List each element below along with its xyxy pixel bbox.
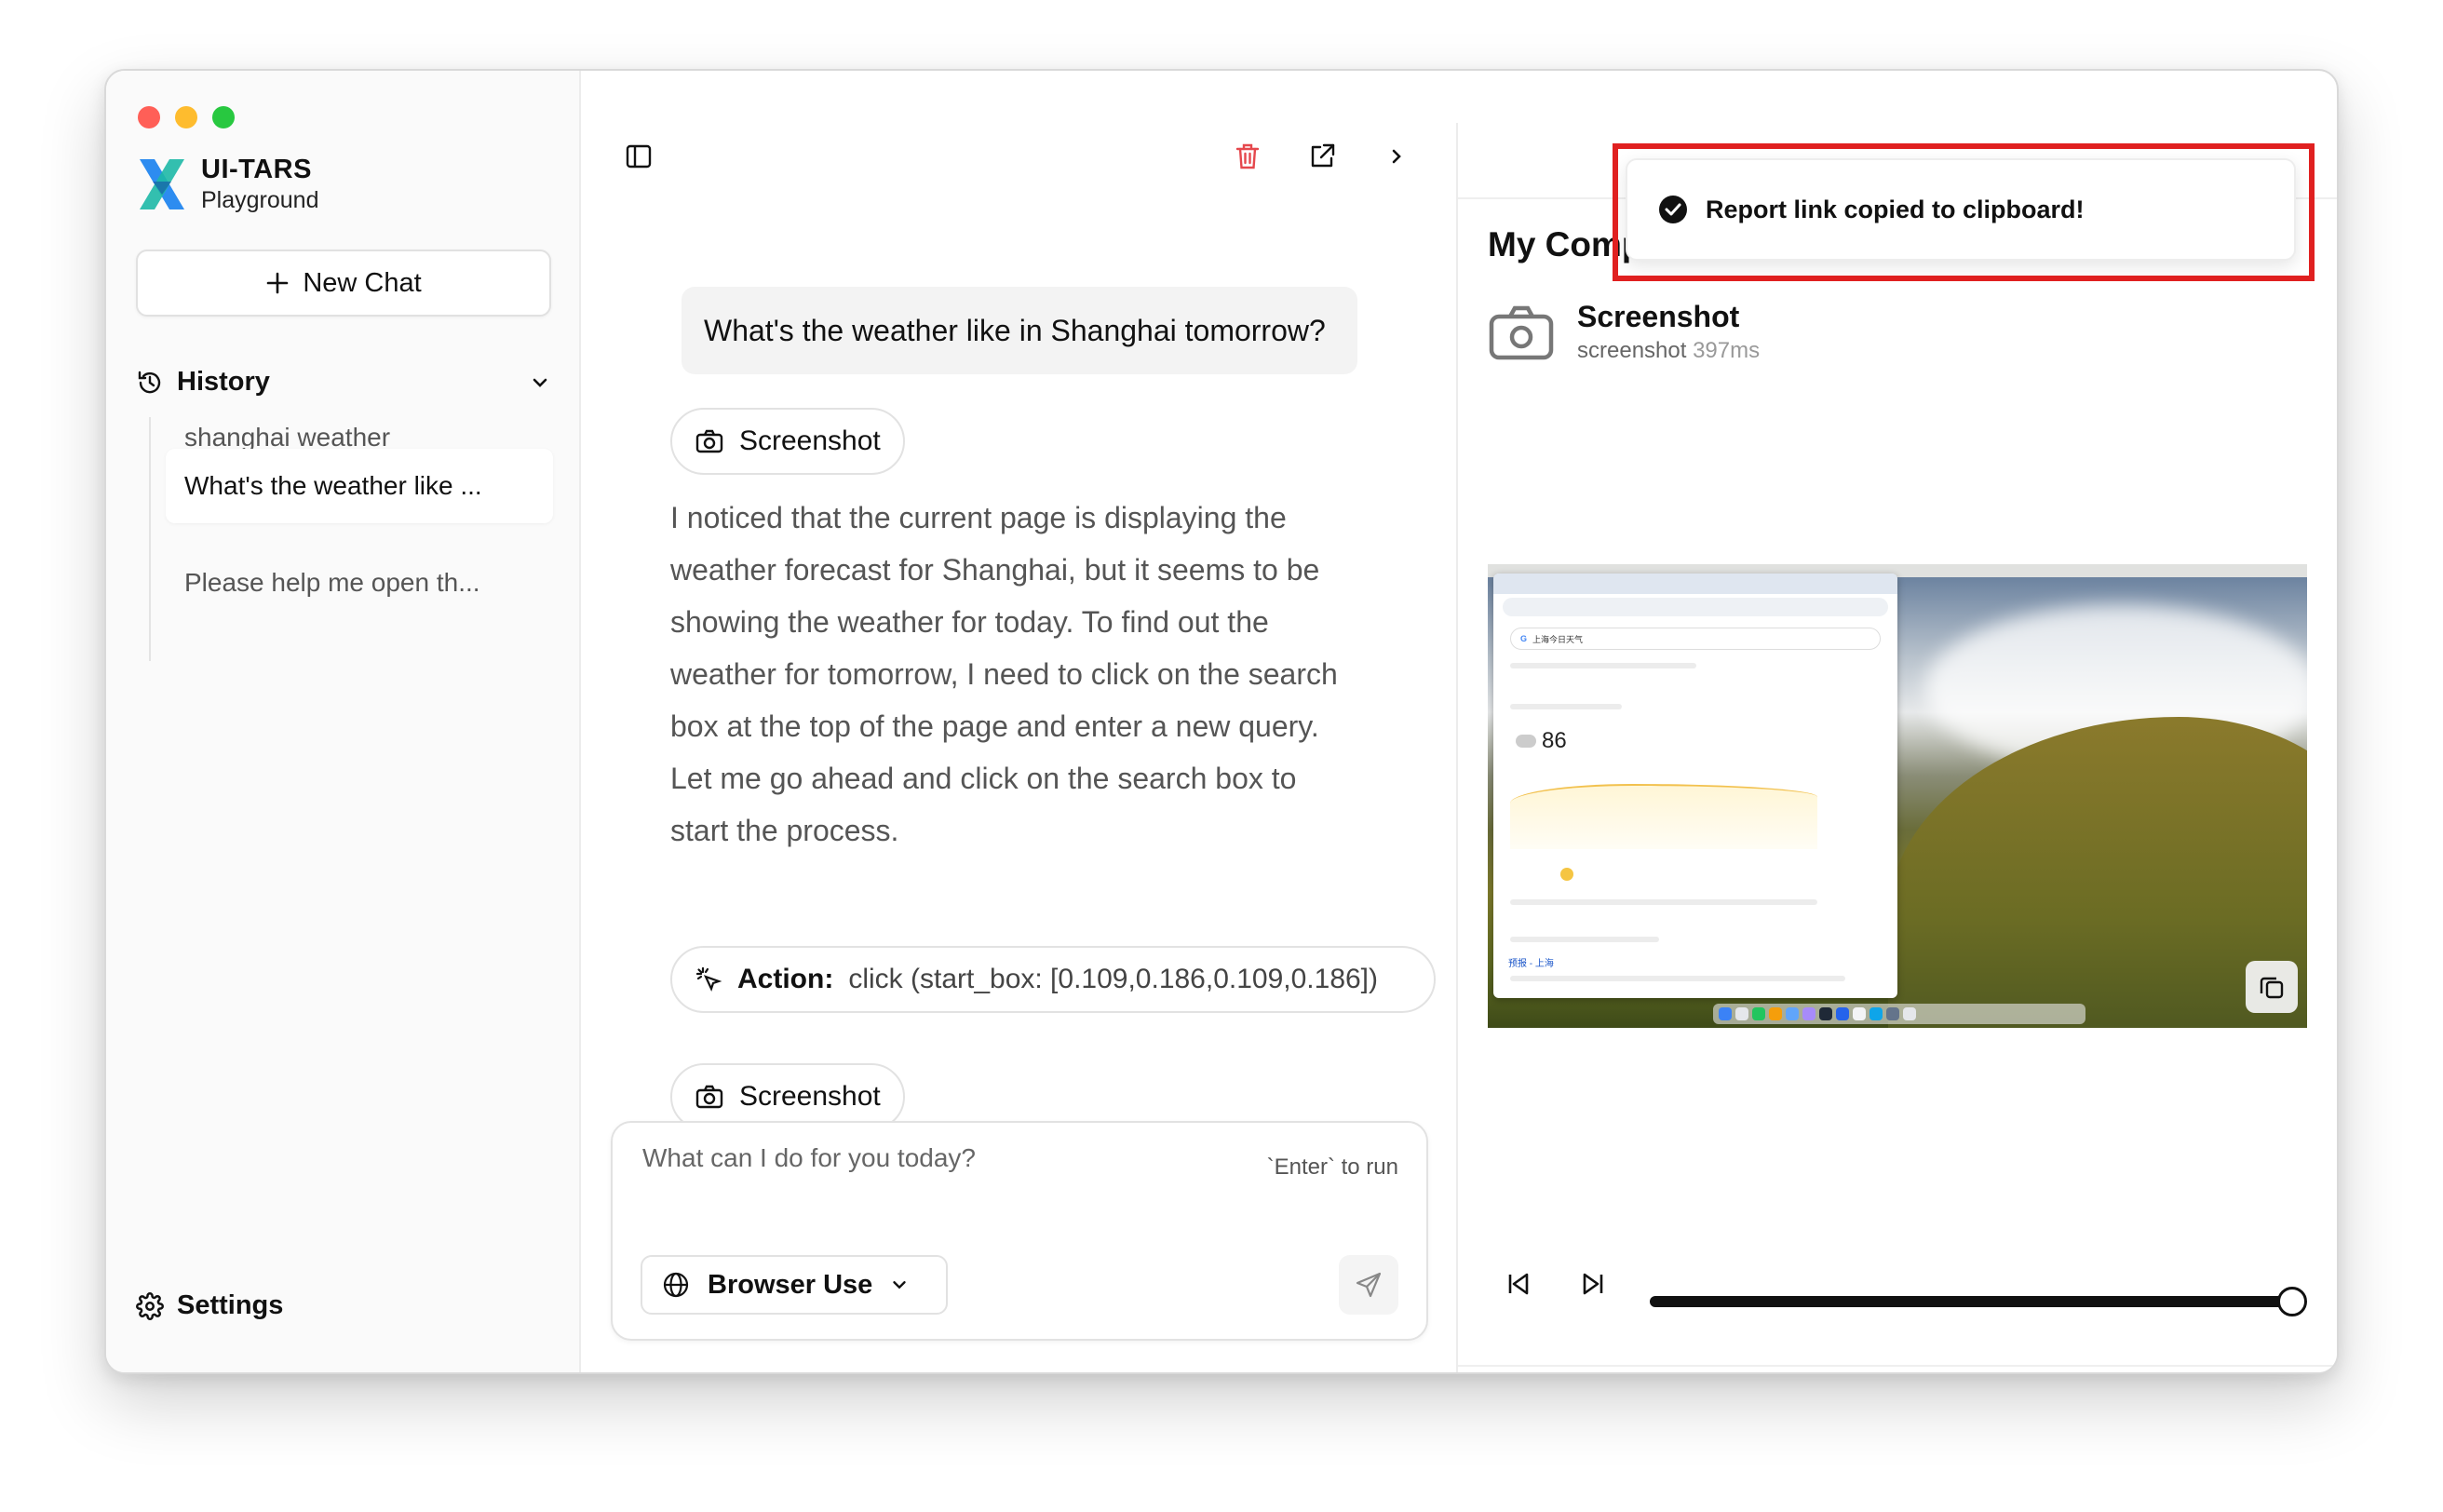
result-placeholder (1510, 704, 1622, 709)
close-window-button[interactable] (138, 106, 160, 128)
screenshot-preview: G 上海今日天气 86 预报 - 上海 (1488, 564, 2307, 1028)
result-placeholder (1510, 899, 1817, 905)
trash-icon (1235, 143, 1260, 169)
prompt-input[interactable]: What can I do for you today? (642, 1143, 976, 1173)
plus-icon (267, 272, 289, 294)
user-message: What's the weather like in Shanghai tomo… (682, 287, 1357, 374)
result-placeholder (1510, 663, 1696, 668)
step-meta: screenshot 397ms (1577, 338, 1760, 364)
step-title: Screenshot (1577, 300, 1740, 333)
mini-temp-value: 86 (1542, 728, 1567, 753)
computer-panel: My Comp Screenshot screenshot 397ms G 上海… (1456, 123, 2337, 1372)
copy-screenshot-button[interactable] (2246, 961, 2298, 1013)
mini-temperature-chart (1510, 784, 1817, 849)
history-item-label: Please help me open th... (184, 568, 480, 597)
collapse-panel-button[interactable] (1378, 138, 1415, 175)
mini-search-text: 上海今日天气 (1532, 634, 1584, 644)
current-step: Screenshot screenshot 397ms (1488, 300, 1760, 364)
window-controls (138, 106, 235, 128)
panel-divider (1458, 1365, 2337, 1367)
screenshot-step-button[interactable]: Screenshot (670, 408, 905, 475)
globe-icon (663, 1272, 689, 1298)
assistant-text-line: weather forecast for Shanghai, but it se… (670, 553, 1320, 587)
playback-slider-handle[interactable] (2277, 1287, 2307, 1316)
mode-select[interactable]: Browser Use (641, 1255, 948, 1315)
annotation-highlight-box (1613, 143, 2315, 281)
assistant-text-line: weather for tomorrow, I need to click on… (670, 657, 1338, 691)
screenshot-step-label: Screenshot (739, 1081, 881, 1112)
sidebar-panel-icon (626, 144, 652, 169)
chevron-down-icon (893, 1281, 907, 1289)
settings-label: Settings (177, 1290, 284, 1320)
chevron-right-icon (1392, 149, 1401, 164)
playback-controls (1505, 1270, 1607, 1298)
mode-label: Browser Use (708, 1269, 873, 1300)
assistant-message: I noticed that the current page is displ… (670, 492, 1378, 857)
copy-icon (2260, 977, 2284, 999)
send-icon (1356, 1272, 1382, 1298)
new-chat-button[interactable]: New Chat (136, 250, 551, 317)
playback-progress (1650, 1296, 2292, 1307)
sun-icon (1560, 868, 1573, 881)
enter-hint: `Enter` to run (1266, 1154, 1398, 1180)
new-chat-label: New Chat (303, 267, 422, 298)
wallpaper-hill (1888, 717, 2307, 1028)
action-label: Action: (737, 964, 834, 994)
result-placeholder (1510, 937, 1659, 942)
playback-slider[interactable] (1650, 1287, 2307, 1316)
maximize-window-button[interactable] (212, 106, 235, 128)
step-type: screenshot (1577, 338, 1687, 363)
settings-button[interactable]: Settings (136, 1290, 283, 1321)
minimize-window-button[interactable] (175, 106, 197, 128)
history-toggle[interactable]: History (136, 367, 551, 398)
toggle-sidebar-button[interactable] (620, 138, 657, 175)
assistant-text-line: start the process. (670, 814, 899, 847)
camera-icon (695, 1085, 723, 1109)
history-divider (149, 417, 151, 661)
action-value: click (start_box: [0.109,0.186,0.109,0.1… (848, 964, 1379, 994)
skip-back-icon[interactable] (1505, 1270, 1532, 1298)
delete-button[interactable] (1229, 138, 1266, 175)
external-share-icon (1311, 143, 1335, 168)
screenshot-step-label: Screenshot (739, 425, 881, 456)
mac-dock (1713, 1004, 2085, 1024)
assistant-text-line: I noticed that the current page is displ… (670, 501, 1287, 534)
sidebar: UI-TARS Playground New Chat History shan… (106, 71, 581, 1372)
mini-search-box: G 上海今日天气 (1510, 628, 1881, 650)
brand-subtitle: Playground (201, 187, 319, 213)
camera-icon (1489, 305, 1554, 359)
share-button[interactable] (1303, 138, 1341, 175)
history-item-active[interactable]: What's the weather like ... (166, 449, 553, 523)
assistant-text-line: box at the top of the page and enter a n… (670, 709, 1319, 743)
browser-tabs (1493, 574, 1897, 594)
history-item-label: What's the weather like ... (184, 471, 482, 500)
step-duration: 397ms (1693, 338, 1761, 363)
mini-temperature: 86 (1516, 728, 1567, 754)
prompt-composer[interactable]: What can I do for you today? `Enter` to … (611, 1121, 1428, 1341)
assistant-text-line: showing the weather for today. To find o… (670, 605, 1269, 639)
brand: UI-TARS Playground (136, 155, 318, 214)
gear-icon (136, 1291, 164, 1320)
send-button[interactable] (1339, 1255, 1398, 1315)
browser-window-thumbnail: G 上海今日天气 86 预报 - 上海 (1493, 574, 1897, 998)
browser-url-bar (1503, 598, 1888, 616)
cloud-icon (1516, 735, 1536, 748)
chevron-down-icon[interactable] (529, 371, 551, 394)
google-logo-icon: G (1520, 634, 1528, 643)
brand-title: UI-TARS (201, 155, 312, 184)
action-step-button[interactable]: Action: click (start_box: [0.109,0.186,0… (670, 946, 1436, 1013)
assistant-text-line: Let me go ahead and click on the search … (670, 762, 1297, 795)
click-action-icon (695, 966, 722, 992)
ui-tars-logo-icon (140, 159, 184, 209)
chat-area: What's the weather like in Shanghai tomo… (581, 71, 1456, 1372)
camera-icon (695, 429, 723, 453)
skip-forward-icon[interactable] (1579, 1270, 1607, 1298)
history-label: History (177, 367, 270, 397)
mini-result-link: 预报 - 上海 (1508, 959, 1554, 969)
result-placeholder (1510, 976, 1845, 981)
history-icon (138, 371, 161, 393)
history-item[interactable]: Please help me open th... (166, 546, 553, 620)
user-message-text: What's the weather like in Shanghai tomo… (704, 313, 1326, 347)
